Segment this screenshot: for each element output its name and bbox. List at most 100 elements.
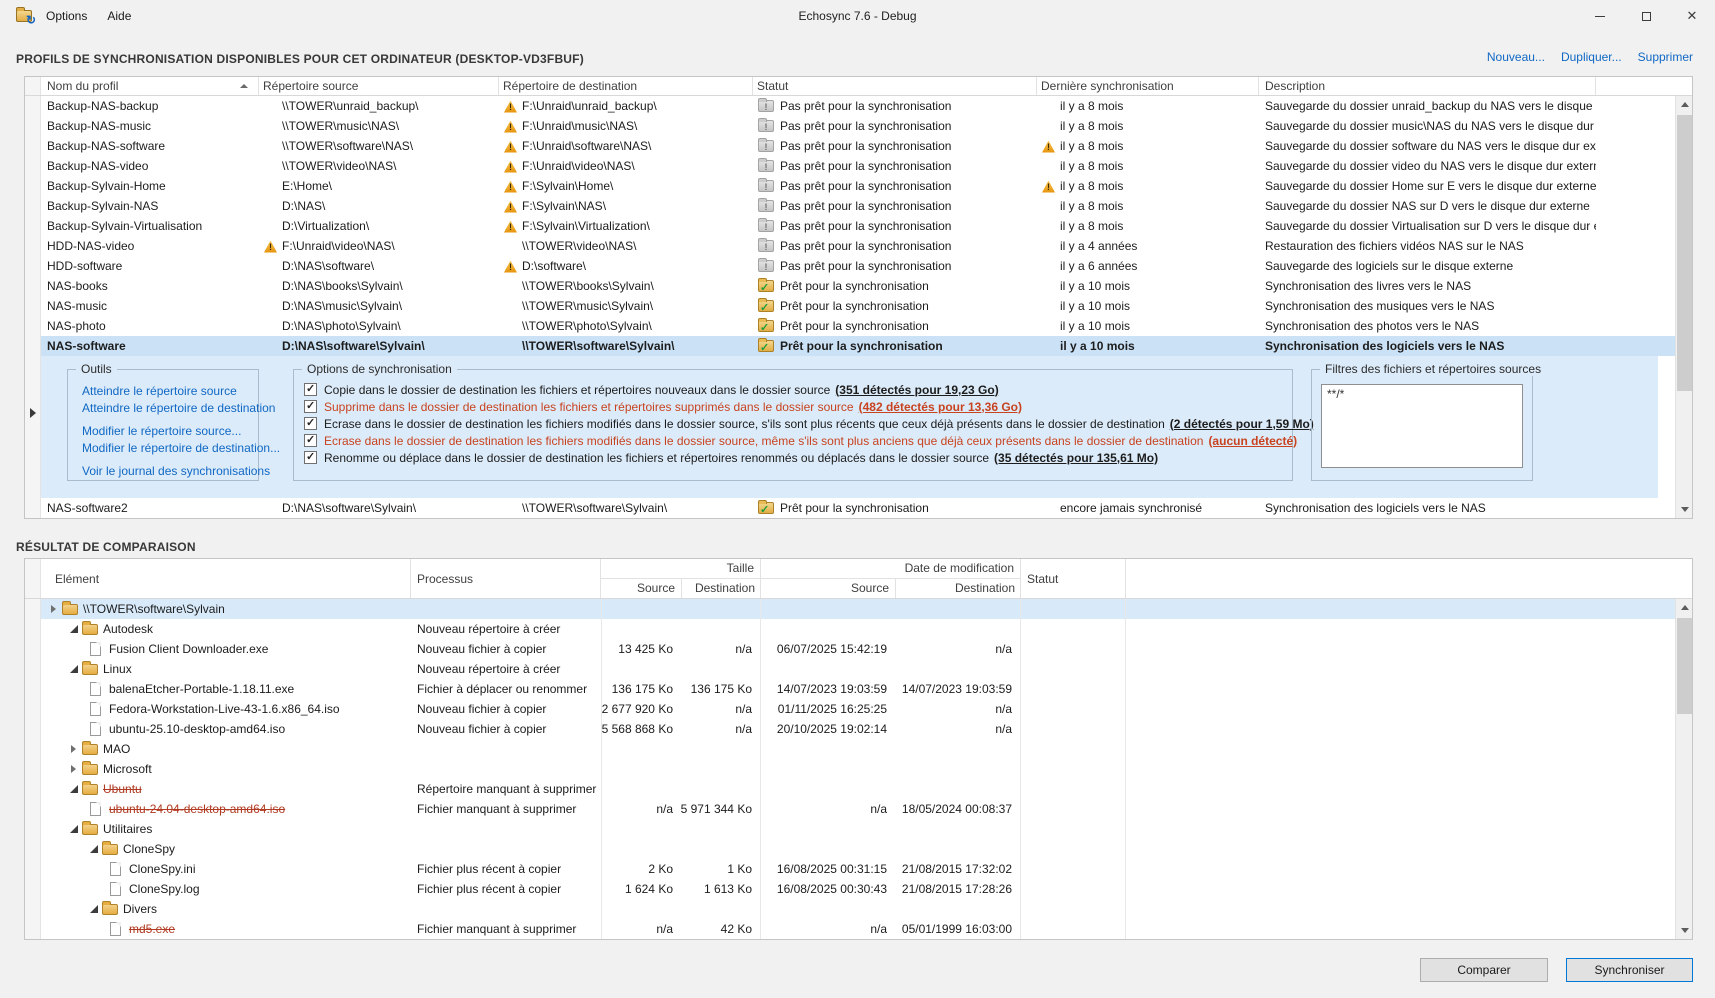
expand-icon[interactable] [67, 762, 81, 776]
view-sync-log-link[interactable]: Voir le journal des synchronisations [82, 464, 258, 478]
profile-row[interactable]: NAS-software2D:\NAS\software\Sylvain\\\T… [25, 498, 1675, 518]
sync-option-checkbox[interactable] [304, 400, 317, 413]
comparison-row[interactable]: ubuntu-24.04-desktop-amd64.isoFichier ma… [25, 799, 1675, 819]
menu-aide[interactable]: Aide [97, 5, 141, 27]
column-header-taille[interactable]: Taille [601, 559, 760, 579]
scroll-down-button[interactable] [1676, 922, 1693, 939]
minimize-button[interactable] [1577, 0, 1623, 32]
sync-option-row: Renomme ou déplace dans le dossier de de… [304, 449, 1292, 466]
collapse-icon[interactable] [67, 662, 81, 676]
profile-row[interactable]: NAS-booksD:\NAS\books\Sylvain\\\TOWER\bo… [25, 276, 1675, 296]
comparison-row[interactable]: Fedora-Workstation-Live-43-1.6.x86_64.is… [25, 699, 1675, 719]
scrollbar-thumb[interactable] [1677, 618, 1692, 714]
collapse-icon[interactable] [67, 782, 81, 796]
edit-destination-link[interactable]: Modifier le répertoire de destination... [82, 441, 258, 455]
new-profile-link[interactable]: Nouveau... [1487, 50, 1545, 64]
comparison-row[interactable]: Divers [25, 899, 1675, 919]
comparison-row[interactable]: LinuxNouveau répertoire à créer [25, 659, 1675, 679]
profile-row[interactable]: NAS-musicD:\NAS\music\Sylvain\\\TOWER\mu… [25, 296, 1675, 316]
column-header-date-destination[interactable]: Destination [895, 579, 1021, 598]
comparison-row[interactable]: MAO [25, 739, 1675, 759]
goto-source-link[interactable]: Atteindre le répertoire source [82, 384, 258, 398]
delete-profile-link[interactable]: Supprimer [1638, 50, 1693, 64]
row-header-cell [25, 236, 41, 256]
size-source-cell [601, 659, 681, 679]
column-header-processus[interactable]: Processus [411, 559, 601, 598]
comparison-row[interactable]: \\TOWER\software\Sylvain [25, 599, 1675, 619]
sync-option-checkbox[interactable] [304, 383, 317, 396]
close-button[interactable]: ✕ [1669, 0, 1715, 32]
comparison-row[interactable]: Utilitaires [25, 819, 1675, 839]
compare-button[interactable]: Comparer [1420, 958, 1548, 982]
profile-status-label: Pas prêt pour la synchronisation [780, 139, 951, 153]
warning-icon [503, 260, 519, 273]
comparison-row[interactable]: Microsoft [25, 759, 1675, 779]
row-header-cell [25, 879, 41, 899]
maximize-button[interactable] [1623, 0, 1669, 32]
comparison-row[interactable]: CloneSpy [25, 839, 1675, 859]
sync-option-row: Ecrase dans le dossier de destination le… [304, 415, 1292, 432]
profile-row[interactable]: Backup-Sylvain-HomeE:\Home\F:\Sylvain\Ho… [25, 176, 1675, 196]
sync-option-checkbox[interactable] [304, 451, 317, 464]
profile-row[interactable]: Backup-NAS-backup\\TOWER\unraid_backup\F… [25, 96, 1675, 116]
process-cell [411, 739, 601, 759]
goto-destination-link[interactable]: Atteindre le répertoire de destination [82, 401, 258, 415]
column-header-date-source[interactable]: Source [761, 579, 895, 598]
column-header-taille-source[interactable]: Source [601, 579, 681, 598]
profile-row[interactable]: HDD-softwareD:\NAS\software\D:\software\… [25, 256, 1675, 276]
column-header-status[interactable]: Statut [753, 77, 1037, 95]
collapse-icon[interactable] [87, 842, 101, 856]
expand-icon[interactable] [47, 602, 61, 616]
column-header-date[interactable]: Date de modification [761, 559, 1020, 579]
profile-row[interactable]: HDD-NAS-videoF:\Unraid\video\NAS\\\TOWER… [25, 236, 1675, 256]
collapse-icon[interactable] [67, 622, 81, 636]
element-label: \\TOWER\software\Sylvain [83, 602, 225, 616]
comparison-row[interactable]: Fusion Client Downloader.exeNouveau fich… [25, 639, 1675, 659]
source-filters-input[interactable]: **/* [1321, 384, 1523, 468]
comparison-row[interactable]: md5.exeFichier manquant à supprimern/a42… [25, 919, 1675, 939]
profile-row[interactable]: NAS-softwareD:\NAS\software\Sylvain\\\TO… [25, 336, 1675, 356]
edit-source-link[interactable]: Modifier le répertoire source... [82, 424, 258, 438]
column-header-destination[interactable]: Répertoire de destination [499, 77, 753, 95]
menu-options[interactable]: Options [36, 5, 97, 27]
profile-row[interactable]: NAS-photoD:\NAS\photo\Sylvain\\\TOWER\ph… [25, 316, 1675, 336]
comparison-row[interactable]: AutodeskNouveau répertoire à créer [25, 619, 1675, 639]
scroll-up-button[interactable] [1676, 599, 1693, 616]
icon-slot [263, 300, 279, 313]
column-header-element[interactable]: Elément [41, 559, 411, 598]
scroll-down-button[interactable] [1676, 501, 1693, 518]
comparison-row[interactable]: CloneSpy.iniFichier plus récent à copier… [25, 859, 1675, 879]
column-header-name[interactable]: Nom du profil [41, 77, 259, 95]
comparison-row[interactable]: ubuntu-25.10-desktop-amd64.isoNouveau fi… [25, 719, 1675, 739]
profile-name-cell: HDD-software [41, 256, 259, 276]
scroll-up-button[interactable] [1676, 96, 1693, 113]
collapse-icon[interactable] [67, 822, 81, 836]
process-cell: Nouveau répertoire à créer [411, 659, 601, 679]
warning-icon [1041, 180, 1057, 193]
column-header-taille-destination[interactable]: Destination [681, 579, 761, 598]
column-header-description[interactable]: Description [1259, 77, 1596, 95]
cell-filler [1596, 498, 1675, 518]
profile-row[interactable]: Backup-NAS-software\\TOWER\software\NAS\… [25, 136, 1675, 156]
column-header-source[interactable]: Répertoire source [259, 77, 499, 95]
column-header-statut[interactable]: Statut [1021, 559, 1126, 598]
icon-slot [263, 200, 279, 213]
duplicate-profile-link[interactable]: Dupliquer... [1561, 50, 1622, 64]
comparison-row[interactable]: balenaEtcher-Portable-1.18.11.exeFichier… [25, 679, 1675, 699]
sync-option-checkbox[interactable] [304, 434, 317, 447]
comparison-row[interactable]: UbuntuRépertoire manquant à supprimer [25, 779, 1675, 799]
profile-row[interactable]: Backup-Sylvain-VirtualisationD:\Virtuali… [25, 216, 1675, 236]
cell-filler [1126, 779, 1675, 799]
profile-row[interactable]: Backup-NAS-video\\TOWER\video\NAS\F:\Unr… [25, 156, 1675, 176]
profile-row[interactable]: Backup-NAS-music\\TOWER\music\NAS\F:\Unr… [25, 116, 1675, 136]
sync-option-checkbox[interactable] [304, 417, 317, 430]
window-title: Echosync 7.6 - Debug [798, 0, 916, 32]
scrollbar-thumb[interactable] [1677, 115, 1692, 391]
expand-icon[interactable] [67, 742, 81, 756]
comparison-row[interactable]: CloneSpy.logFichier plus récent à copier… [25, 879, 1675, 899]
profile-row[interactable]: Backup-Sylvain-NASD:\NAS\F:\Sylvain\NAS\… [25, 196, 1675, 216]
collapse-icon[interactable] [87, 902, 101, 916]
synchronize-button[interactable]: Synchroniser [1566, 958, 1693, 982]
column-header-lastsync[interactable]: Dernière synchronisation [1037, 77, 1259, 95]
element-label: Fedora-Workstation-Live-43-1.6.x86_64.is… [109, 702, 340, 716]
